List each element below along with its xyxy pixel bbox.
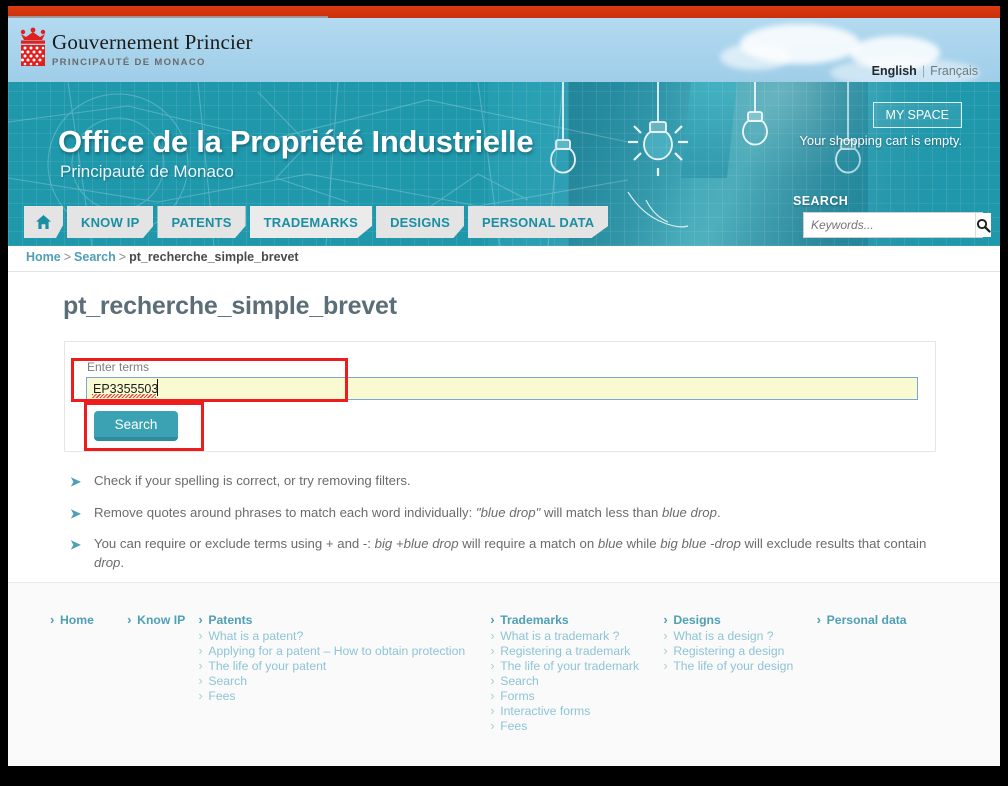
breadcrumb-current: pt_recherche_simple_brevet <box>129 250 299 264</box>
main-navigation: KNOW IP PATENTS TRADEMARKS DESIGNS PERSO… <box>24 206 609 238</box>
text-caret <box>157 379 158 396</box>
footer-column: DesignsWhat is a design ?Registering a d… <box>661 612 814 734</box>
footer-link[interactable]: The life of your patent <box>196 658 488 674</box>
breadcrumb-separator: > <box>118 250 127 264</box>
footer-link[interactable]: The life of your trademark <box>488 658 661 674</box>
site-footer: HomeKnow IPPatentsWhat is a patent?Apply… <box>8 582 1000 766</box>
footer-columns: HomeKnow IPPatentsWhat is a patent?Apply… <box>48 612 968 734</box>
footer-link[interactable]: Search <box>196 673 488 689</box>
search-icon <box>976 218 991 233</box>
search-tips-list: ➤ Check if your spelling is correct, or t… <box>70 472 950 586</box>
search-tip-text: drop <box>94 555 121 571</box>
search-tip-text: will exclude results that contain <box>740 536 927 552</box>
monaco-coat-of-arms-icon[interactable] <box>18 26 48 70</box>
nav-item-trademarks[interactable]: TRADEMARKS <box>249 206 373 238</box>
footer-link[interactable]: Registering a trademark <box>488 643 661 659</box>
footer-column-heading[interactable]: Designs <box>661 612 814 628</box>
footer-link[interactable]: The life of your design <box>661 658 814 674</box>
header-search-input[interactable] <box>804 213 975 237</box>
search-tip-text: Remove quotes around phrases to match ea… <box>94 504 476 520</box>
government-subtitle: PRINCIPAUTÉ DE MONACO <box>52 57 206 68</box>
footer-link[interactable]: Registering a design <box>661 643 814 659</box>
breadcrumb: Home > Search > pt_recherche_simple_brevet <box>26 250 299 264</box>
nav-item-know-ip[interactable]: KNOW IP <box>67 206 154 238</box>
enter-terms-label: Enter terms <box>87 360 150 374</box>
government-branding: Gouvernement Princier PRINCIPAUTÉ DE MON… <box>52 30 253 68</box>
footer-column-heading[interactable]: Home <box>48 612 125 628</box>
footer-link[interactable]: What is a design ? <box>661 628 814 644</box>
search-tip-text: . <box>716 504 721 520</box>
footer-link[interactable]: Fees <box>488 718 661 734</box>
footer-column: TrademarksWhat is a trademark ?Registeri… <box>488 612 661 734</box>
home-icon <box>36 215 51 229</box>
nav-item-patents[interactable]: PATENTS <box>157 206 246 238</box>
nav-item-home[interactable] <box>24 206 63 238</box>
footer-column-heading[interactable]: Trademarks <box>488 612 661 628</box>
nav-item-designs[interactable]: DESIGNS <box>376 206 464 238</box>
search-submit-button[interactable]: Search <box>94 411 178 441</box>
breadcrumb-search[interactable]: Search <box>74 250 116 264</box>
footer-link[interactable]: Interactive forms <box>488 703 661 719</box>
language-english[interactable]: English <box>872 64 917 78</box>
footer-column: Know IP <box>125 612 196 734</box>
chevron-right-icon: ➤ <box>70 505 81 521</box>
search-tip-text: while <box>622 536 661 552</box>
chevron-right-icon: ➤ <box>70 537 81 553</box>
chevron-right-icon: ➤ <box>70 474 81 489</box>
search-form-card: Enter terms Search <box>64 341 936 452</box>
language-separator: | <box>921 64 926 78</box>
footer-column-heading[interactable]: Patents <box>196 612 488 628</box>
footer-link[interactable]: Fees <box>196 688 488 704</box>
government-header: Gouvernement Princier PRINCIPAUTÉ DE MON… <box>8 18 1000 82</box>
search-tip-text: big +blue drop <box>374 536 459 552</box>
search-terms-input[interactable] <box>86 377 918 400</box>
government-title: Gouvernement Princier <box>52 30 253 54</box>
footer-link[interactable]: Forms <box>488 688 661 704</box>
main-content: pt_recherche_simple_brevet Enter terms S… <box>8 272 1000 570</box>
search-tip-text: Check if your spelling is correct, or tr… <box>94 473 411 488</box>
footer-column-heading[interactable]: Personal data <box>815 612 968 628</box>
my-space-button[interactable]: MY SPACE <box>872 102 962 128</box>
footer-column-heading[interactable]: Know IP <box>125 612 196 628</box>
search-tip: ➤ You can require or exclude terms using … <box>70 535 950 572</box>
footer-link[interactable]: What is a trademark ? <box>488 628 661 644</box>
language-switcher: English | Français <box>872 64 978 78</box>
top-accent-bar <box>8 6 1000 22</box>
page-title: pt_recherche_simple_brevet <box>63 292 397 320</box>
header-search-label: SEARCH <box>793 194 849 208</box>
search-tip-text: You can require or exclude terms using +… <box>94 536 375 552</box>
spellcheck-underline <box>92 394 156 398</box>
page-root: Gouvernement Princier PRINCIPAUTÉ DE MON… <box>8 6 1000 766</box>
shopping-cart-status: Your shopping cart is empty. <box>799 133 962 148</box>
banner-title: Office de la Propriété Industrielle <box>58 124 534 159</box>
search-tip: ➤ Remove quotes around phrases to match e… <box>70 504 950 523</box>
search-tip-text: will match less than <box>540 504 662 520</box>
search-tip-text: will require a match on <box>458 536 598 552</box>
header-search-button[interactable] <box>975 213 991 237</box>
footer-link[interactable]: What is a patent? <box>196 628 488 644</box>
footer-link[interactable]: Search <box>488 673 661 689</box>
nav-item-personal-data[interactable]: PERSONAL DATA <box>467 206 609 238</box>
search-tip-text: blue <box>597 536 623 552</box>
banner-subtitle: Principauté de Monaco <box>60 162 234 181</box>
footer-column: PatentsWhat is a patent?Applying for a p… <box>196 612 488 734</box>
breadcrumb-separator: > <box>63 250 72 264</box>
breadcrumb-home[interactable]: Home <box>26 250 61 264</box>
footer-link[interactable]: Applying for a patent – How to obtain pr… <box>196 643 488 659</box>
language-french[interactable]: Français <box>930 64 978 78</box>
footer-column: Personal data <box>815 612 968 734</box>
search-tip-text: . <box>120 555 125 571</box>
cloud-decoration <box>720 44 790 70</box>
footer-column: Home <box>48 612 125 734</box>
search-tip-text: "blue drop" <box>475 504 541 520</box>
search-tip: ➤ Check if your spelling is correct, or t… <box>70 472 950 491</box>
search-tip-text: blue drop <box>661 504 717 520</box>
search-tip-text: big blue -drop <box>660 536 741 552</box>
header-search-box <box>803 212 991 238</box>
